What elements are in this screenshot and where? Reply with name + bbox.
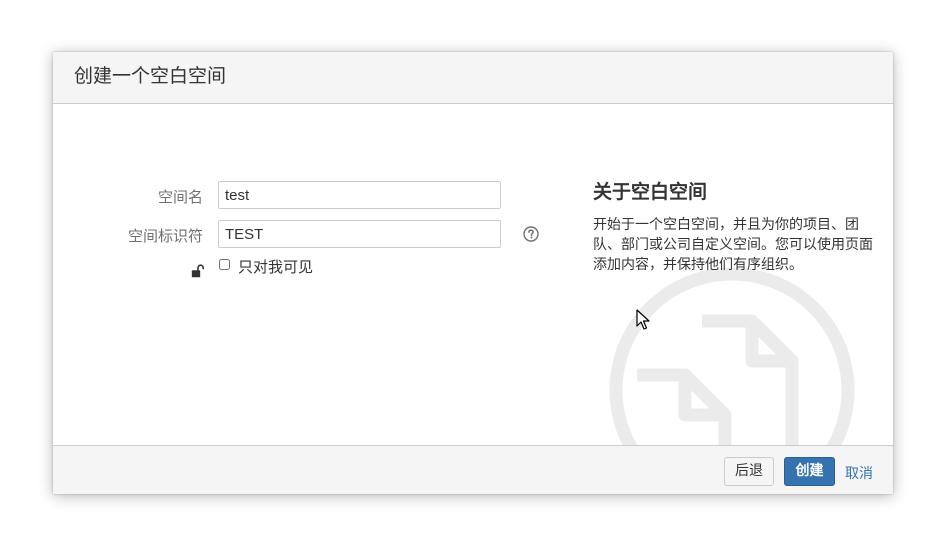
back-button[interactable]: 后退 (724, 457, 774, 486)
dialog-header: 创建一个空白空间 (53, 52, 893, 104)
create-space-dialog: 创建一个空白空间 空间名 空间标识符 只对我可见 (53, 52, 893, 494)
private-space-checkbox[interactable] (219, 259, 230, 270)
mouse-pointer-icon (636, 309, 650, 330)
about-panel: 关于空白空间 开始于一个空白空间，并且为你的项目、团队、部门或公司自定义空间。您… (593, 104, 893, 445)
unlock-icon (191, 264, 204, 278)
dialog-footer: 后退 创建 取消 (53, 445, 893, 494)
space-name-input[interactable] (218, 181, 501, 209)
page-illustration (609, 267, 855, 445)
cancel-link[interactable]: 取消 (845, 463, 873, 483)
about-title: 关于空白空间 (593, 181, 708, 203)
about-description: 开始于一个空白空间，并且为你的项目、团队、部门或公司自定义空间。您可以使用页面添… (593, 217, 873, 273)
space-form: 空间名 空间标识符 只对我可见 (53, 104, 573, 445)
dialog-title: 创建一个空白空间 (74, 65, 227, 87)
space-key-input[interactable] (218, 220, 501, 248)
dialog-body: 空间名 空间标识符 只对我可见 (53, 104, 893, 445)
space-name-label: 空间名 (157, 188, 203, 206)
create-button[interactable]: 创建 (784, 457, 835, 486)
private-space-label[interactable]: 只对我可见 (238, 256, 313, 277)
space-key-label: 空间标识符 (127, 227, 203, 245)
help-icon[interactable] (523, 226, 539, 242)
